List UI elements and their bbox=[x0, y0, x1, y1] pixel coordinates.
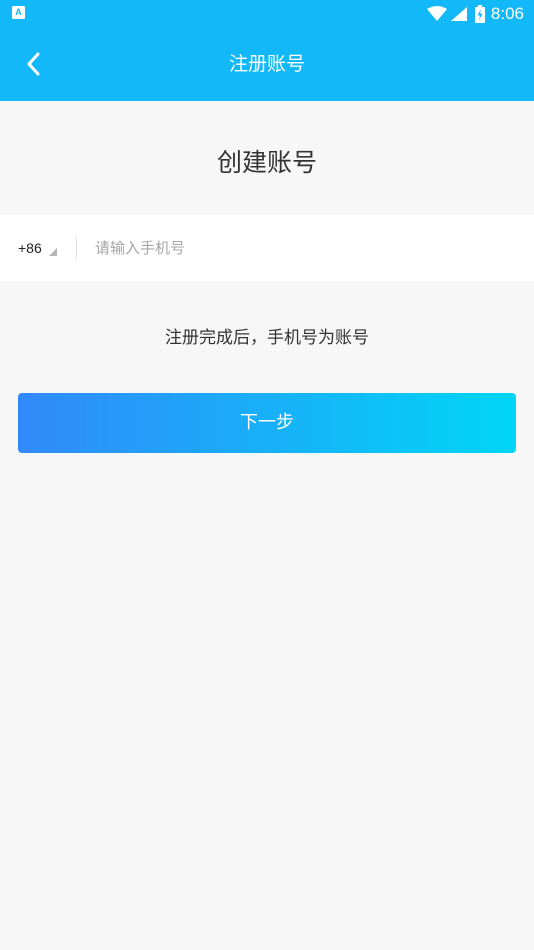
country-code-selector[interactable]: +86 bbox=[18, 215, 57, 281]
signal-icon bbox=[450, 7, 467, 21]
status-bar: A 8:06 bbox=[0, 0, 534, 28]
account-hint-text: 注册完成后，手机号为账号 bbox=[165, 328, 369, 348]
nav-bar: 注册账号 bbox=[0, 28, 534, 101]
phone-number-input[interactable] bbox=[95, 232, 515, 264]
battery-icon bbox=[474, 5, 485, 23]
status-time: 8:06 bbox=[490, 4, 524, 23]
page-title: 注册账号 bbox=[228, 53, 305, 75]
input-divider bbox=[76, 237, 77, 259]
country-code-label: +86 bbox=[18, 240, 42, 256]
dropdown-triangle-icon bbox=[48, 247, 57, 256]
app-notification-icon: A bbox=[12, 6, 25, 19]
next-step-button[interactable]: 下一步 bbox=[18, 393, 516, 453]
wifi-icon bbox=[426, 6, 447, 21]
create-account-heading: 创建账号 bbox=[216, 148, 317, 177]
phone-input-row: +86 bbox=[0, 215, 534, 281]
status-icons: 8:06 bbox=[426, 3, 524, 25]
